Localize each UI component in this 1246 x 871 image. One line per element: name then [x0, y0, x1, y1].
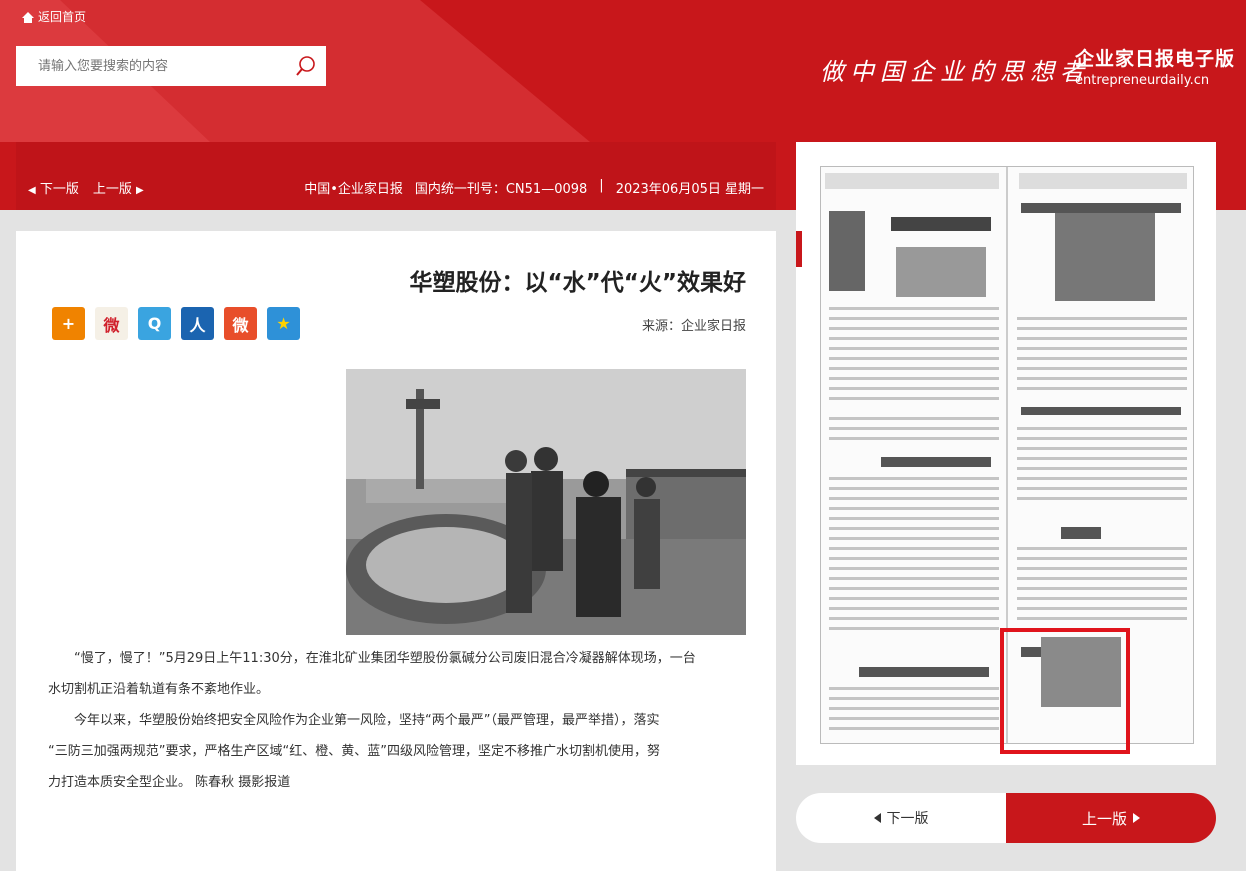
article-paragraph: 今年以来，华塑股份始终把安全风险作为企业第一风险，坚持“两个最严”（最严管理，最…: [74, 713, 660, 728]
chevron-right-icon: [1133, 813, 1140, 823]
article-photo: [346, 369, 746, 635]
brand-logo[interactable]: 企业家日报电子版 entrepreneurdaily.cn: [1075, 44, 1235, 88]
home-link-label: 返回首页: [38, 10, 87, 24]
search-input[interactable]: [36, 57, 287, 75]
edition-info-bar: ◀ 下一版 上一版 ▶ 中国•企业家日报 国内统一刊号：CN51—0098 | …: [16, 142, 776, 210]
article-paragraph: “三防三加强两规范”要求，严格生产区域“红、橙、黄、蓝”四级风险管理，坚定不移推…: [48, 744, 660, 759]
next-page-button[interactable]: 下一版: [796, 793, 1006, 843]
sina-weibo-icon[interactable]: 微: [224, 307, 257, 340]
paper-name: 中国•企业家日报: [304, 182, 403, 197]
article-paragraph: 水切割机正沿着轨道有条不紊地作业。: [48, 682, 270, 697]
article-source: 来源：企业家日报: [641, 319, 746, 334]
renren-icon[interactable]: 人: [181, 307, 214, 340]
article-paragraph: “慢了，慢了！”5月29日上午11:30分，在淮北矿业集团华塑股份氯碱分公司废旧…: [74, 651, 696, 666]
search-box: [16, 46, 326, 86]
article-paragraph: 力打造本质安全型企业。 陈春秋 摄影报道: [48, 775, 291, 790]
article-title: 华塑股份：以“水”代“火”效果好: [409, 270, 746, 296]
share-bar: + 微 Q 人 微 ★: [52, 307, 300, 340]
search-button[interactable]: [287, 46, 326, 86]
qq-share-icon[interactable]: Q: [138, 307, 171, 340]
edition-date: 2023年06月05日 星期一: [615, 182, 764, 197]
qzone-icon[interactable]: ★: [267, 307, 300, 340]
page-nav: ◀ 下一版 上一版 ▶: [28, 178, 144, 197]
home-link[interactable]: 返回首页: [22, 8, 86, 25]
active-page-marker: [796, 231, 802, 267]
tencent-weibo-icon[interactable]: 微: [95, 307, 128, 340]
edition-meta: 中国•企业家日报 国内统一刊号：CN51—0098 | 2023年06月05日 …: [304, 178, 764, 197]
home-icon: [22, 11, 34, 23]
article-card: 华塑股份：以“水”代“火”效果好 来源：企业家日报 + 微 Q 人 微 ★ “慢…: [16, 231, 776, 871]
issn: 国内统一刊号：CN51—0098: [414, 182, 588, 197]
prev-page-link[interactable]: 上一版 ▶: [93, 178, 144, 197]
chevron-left-icon: [873, 813, 881, 823]
brand-domain: entrepreneurdaily.cn: [1075, 73, 1210, 88]
next-page-link[interactable]: ◀ 下一版: [28, 178, 79, 197]
search-icon: [296, 56, 316, 76]
article-body: “慢了，慢了！”5月29日上午11:30分，在淮北矿业集团华塑股份氯碱分公司废旧…: [48, 643, 748, 798]
selected-article-highlight[interactable]: [1000, 628, 1130, 754]
more-share-icon[interactable]: +: [52, 307, 85, 340]
brand-name: 企业家日报电子版: [1075, 48, 1236, 70]
slogan: 做中国企业的思想者: [820, 58, 1090, 86]
prev-page-button[interactable]: 上一版: [1006, 793, 1216, 843]
